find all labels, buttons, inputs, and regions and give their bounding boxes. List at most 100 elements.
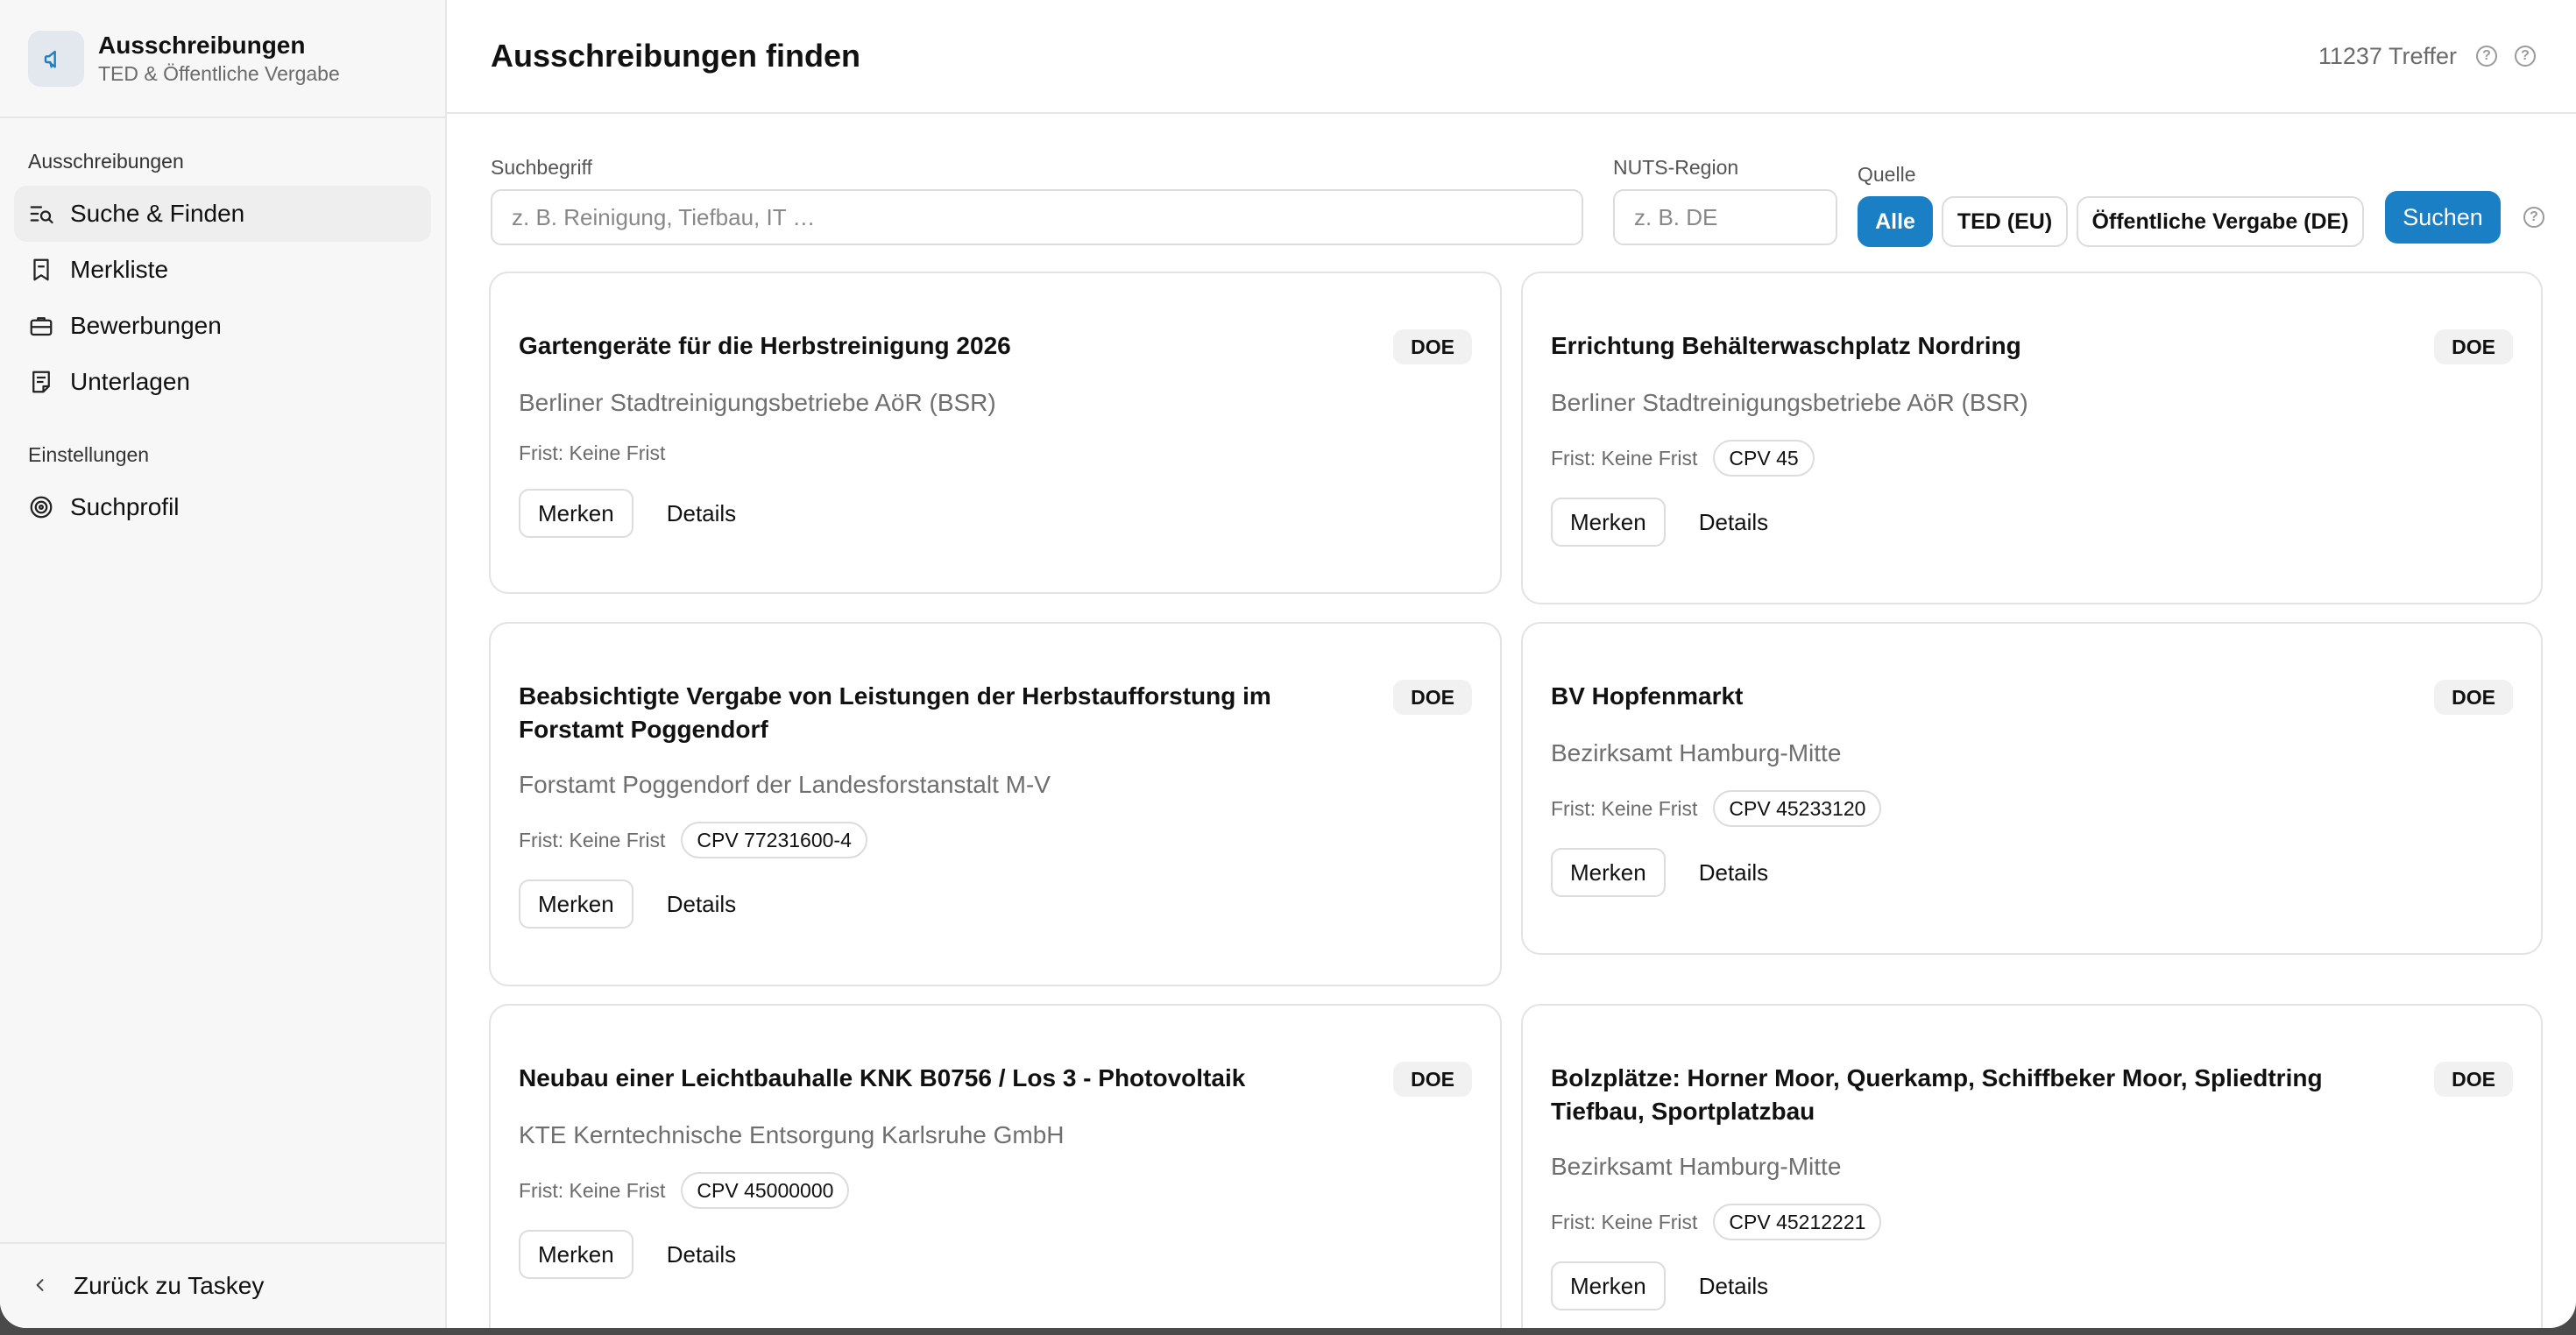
save-button[interactable]: Merken (519, 489, 633, 538)
tender-meta: Frist: Keine Frist CPV 45000000 (519, 1172, 850, 1209)
save-button[interactable]: Merken (1551, 498, 1666, 547)
tender-organization: Bezirksamt Hamburg-Mitte (1551, 1153, 1842, 1180)
source-badge: DOE (1393, 329, 1472, 364)
tender-deadline: Frist: Keine Frist (1551, 796, 1698, 820)
back-link-label: Zurück zu Taskey (74, 1272, 265, 1299)
sidebar-item-label: Suche & Finden (70, 200, 245, 227)
tender-card[interactable]: Neubau einer Leichtbauhalle KNK B0756 / … (489, 1004, 1502, 1328)
document-icon (28, 369, 54, 395)
tender-card[interactable]: Bolzplätze: Horner Moor, Querkamp, Schif… (1521, 1004, 2543, 1328)
search-label: Suchbegriff (491, 156, 592, 179)
source-label: Quelle (1858, 163, 1916, 186)
megaphone-icon (28, 30, 84, 87)
source-badge: DOE (2434, 329, 2513, 364)
back-to-taskey-link[interactable]: Zurück zu Taskey (0, 1242, 445, 1328)
tender-deadline: Frist: Keine Frist (519, 441, 666, 464)
source-badge: DOE (2434, 1062, 2513, 1097)
cpv-badge: CPV 45 (1713, 440, 1815, 477)
save-button[interactable]: Merken (1551, 1261, 1666, 1310)
source-badge: DOE (1393, 680, 1472, 715)
tender-card[interactable]: Gartengeräte für die Herbstreinigung 202… (489, 272, 1502, 594)
details-button[interactable]: Details (1699, 1273, 1768, 1300)
sidebar-item-merkliste[interactable]: Merkliste (14, 242, 431, 298)
cpv-badge: CPV 45212221 (1713, 1204, 1882, 1240)
tender-title[interactable]: Gartengeräte für die Herbstreinigung 202… (519, 329, 1351, 363)
save-button[interactable]: Merken (519, 1230, 633, 1279)
sidebar-item-suchprofil[interactable]: Suchprofil (14, 479, 431, 535)
briefcase-icon (28, 313, 54, 339)
sidebar-item-label: Merkliste (70, 256, 169, 283)
tender-deadline: Frist: Keine Frist (1551, 446, 1698, 470)
main-content: Ausschreibungen finden 11237 Treffer ? ?… (447, 0, 2576, 1328)
tender-actions: Merken Details (519, 1230, 736, 1279)
tender-meta: Frist: Keine Frist CPV 45 (1551, 440, 1815, 477)
tender-title[interactable]: Errichtung Behälterwaschplatz Nordring (1551, 329, 2383, 363)
nav-section-einstellungen: Einstellungen (28, 443, 150, 466)
details-button[interactable]: Details (667, 500, 736, 527)
nuts-input[interactable]: z. B. DE (1613, 189, 1837, 245)
source-chip-ted[interactable]: TED (EU) (1942, 196, 2068, 247)
tender-title[interactable]: Neubau einer Leichtbauhalle KNK B0756 / … (519, 1062, 1351, 1095)
search-button[interactable]: Suchen (2385, 191, 2501, 244)
tender-actions: Merken Details (519, 879, 736, 929)
hit-count-label: 11237 Treffer (2318, 42, 2457, 69)
tender-title[interactable]: Beabsichtigte Vergabe von Leistungen der… (519, 680, 1351, 746)
tender-organization: KTE Kerntechnische Entsorgung Karlsruhe … (519, 1121, 1065, 1148)
page-title: Ausschreibungen finden (491, 38, 861, 74)
help-icon[interactable]: ? (2515, 46, 2536, 67)
app-window: Ausschreibungen TED & Öffentliche Vergab… (0, 0, 2576, 1328)
tender-actions: Merken Details (1551, 1261, 1768, 1310)
tender-title[interactable]: BV Hopfenmarkt (1551, 680, 2383, 713)
help-icon[interactable]: ? (2523, 207, 2544, 228)
tender-card[interactable]: Beabsichtigte Vergabe von Leistungen der… (489, 622, 1502, 986)
details-button[interactable]: Details (667, 891, 736, 918)
search-list-icon (28, 201, 54, 227)
details-button[interactable]: Details (1699, 509, 1768, 536)
tender-organization: Berliner Stadtreinigungsbetriebe AöR (BS… (1551, 389, 2028, 416)
filter-bar: Suchbegriff z. B. Reinigung, Tiefbau, IT… (491, 149, 2544, 247)
details-button[interactable]: Details (667, 1241, 736, 1268)
save-button[interactable]: Merken (1551, 848, 1666, 897)
tender-card[interactable]: Errichtung Behälterwaschplatz Nordring D… (1521, 272, 2543, 604)
brand: Ausschreibungen TED & Öffentliche Vergab… (0, 0, 445, 118)
tender-meta: Frist: Keine Frist CPV 45233120 (1551, 790, 1882, 827)
tender-deadline: Frist: Keine Frist (519, 1178, 666, 1202)
tender-actions: Merken Details (519, 489, 736, 538)
help-icon[interactable]: ? (2476, 46, 2497, 67)
nuts-label: NUTS-Region (1613, 156, 1739, 179)
target-icon (28, 494, 54, 520)
save-button[interactable]: Merken (519, 879, 633, 929)
details-button[interactable]: Details (1699, 859, 1768, 886)
tender-meta: Frist: Keine Frist CPV 77231600-4 (519, 822, 867, 858)
tender-deadline: Frist: Keine Frist (1551, 1210, 1698, 1233)
tender-organization: Bezirksamt Hamburg-Mitte (1551, 739, 1842, 766)
sidebar-item-label: Bewerbungen (70, 312, 222, 339)
sidebar-item-suche[interactable]: Suche & Finden (14, 186, 431, 242)
search-input[interactable]: z. B. Reinigung, Tiefbau, IT … (491, 189, 1583, 245)
sidebar-item-bewerbungen[interactable]: Bewerbungen (14, 298, 431, 354)
tender-meta: Frist: Keine Frist (519, 441, 665, 465)
tender-deadline: Frist: Keine Frist (519, 828, 666, 851)
source-chip-all[interactable]: Alle (1858, 196, 1933, 247)
hit-count: 11237 Treffer ? ? (2318, 43, 2536, 70)
sidebar-item-label: Unterlagen (70, 368, 190, 395)
source-badge: DOE (2434, 680, 2513, 715)
bookmark-icon (28, 257, 54, 283)
brand-title: Ausschreibungen (98, 31, 306, 59)
brand-subtitle: TED & Öffentliche Vergabe (98, 61, 340, 85)
sidebar-item-label: Suchprofil (70, 493, 180, 520)
chevron-left-icon (32, 1272, 49, 1300)
tender-card[interactable]: BV Hopfenmarkt DOE Bezirksamt Hamburg-Mi… (1521, 622, 2543, 955)
cpv-badge: CPV 45233120 (1713, 790, 1882, 827)
tender-organization: Forstamt Poggendorf der Landesforstansta… (519, 771, 1051, 798)
tender-organization: Berliner Stadtreinigungsbetriebe AöR (BS… (519, 389, 996, 416)
source-chip-oeffentliche-vergabe[interactable]: Öffentliche Vergabe (DE) (2077, 196, 2364, 247)
sidebar-item-unterlagen[interactable]: Unterlagen (14, 354, 431, 410)
source-badge: DOE (1393, 1062, 1472, 1097)
sidebar: Ausschreibungen TED & Öffentliche Vergab… (0, 0, 447, 1328)
nav-section-ausschreibungen: Ausschreibungen (28, 150, 184, 173)
tender-actions: Merken Details (1551, 498, 1768, 547)
topbar: Ausschreibungen finden 11237 Treffer ? ? (447, 0, 2576, 114)
tender-meta: Frist: Keine Frist CPV 45212221 (1551, 1204, 1882, 1240)
tender-title[interactable]: Bolzplätze: Horner Moor, Querkamp, Schif… (1551, 1062, 2410, 1128)
